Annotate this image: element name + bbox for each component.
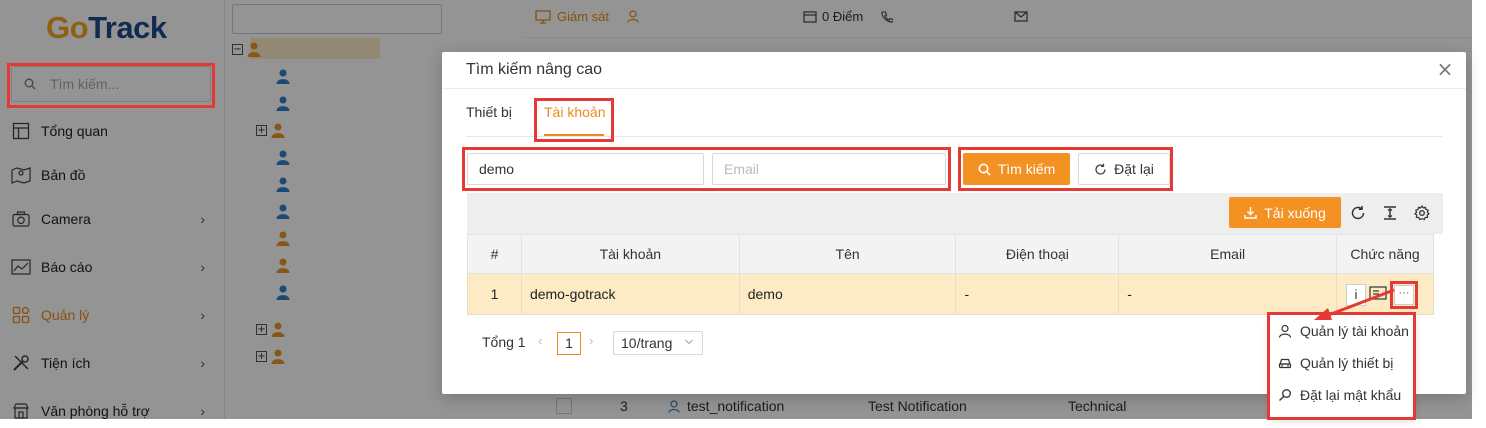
col-actions: Chức năng	[1336, 234, 1434, 274]
email-search-input[interactable]	[712, 153, 946, 185]
menu-item-label: Đặt lại mật khẩu	[1300, 387, 1402, 403]
cell-phone: -	[955, 273, 1120, 315]
page-size-value: 10/trang	[621, 335, 673, 351]
search-button-label: Tìm kiếm	[997, 161, 1056, 177]
menu-item-label: Quản lý thiết bị	[1300, 355, 1394, 371]
reload-icon[interactable]	[1349, 204, 1367, 222]
page-size-select[interactable]: 10/trang	[613, 331, 703, 355]
cell-name: demo	[738, 273, 957, 315]
tab-accounts[interactable]: Tài khoản	[544, 104, 605, 120]
cell-index: 1	[467, 273, 522, 315]
pagination-next-icon[interactable]: ›	[589, 333, 593, 348]
menu-item-reset-password[interactable]: Đặt lại mật khẩu	[1278, 384, 1401, 406]
account-search-input[interactable]	[467, 153, 704, 185]
col-index: #	[467, 234, 522, 274]
page-bottom-edge	[0, 419, 1486, 428]
settings-icon[interactable]	[1413, 204, 1431, 222]
page-edge	[1472, 0, 1486, 419]
pagination-prev-icon[interactable]: ‹	[538, 333, 542, 348]
pagination-total: Tổng 1	[482, 334, 526, 350]
annotation-arrow	[1314, 288, 1395, 320]
col-name[interactable]: Tên	[738, 234, 957, 274]
key-icon	[1279, 389, 1291, 401]
col-phone[interactable]: Điện thoại	[955, 234, 1120, 274]
table-row[interactable]: 1 demo-gotrack demo - -	[467, 273, 1434, 315]
download-button[interactable]: Tải xuống	[1229, 197, 1341, 228]
tabs-divider	[466, 136, 1442, 137]
table-header-row: # Tài khoản Tên Điện thoại Email Chức nă…	[467, 234, 1434, 274]
search-button[interactable]: Tìm kiếm	[963, 153, 1070, 185]
close-icon[interactable]: ×	[1436, 59, 1454, 79]
search-icon	[978, 163, 991, 176]
user-icon	[1278, 324, 1292, 338]
accounts-table: # Tài khoản Tên Điện thoại Email Chức nă…	[467, 234, 1434, 315]
modal-divider	[442, 88, 1466, 89]
tab-devices[interactable]: Thiết bị	[466, 104, 512, 120]
menu-item-manage-devices[interactable]: Quản lý thiết bị	[1278, 352, 1393, 374]
pagination-current-page[interactable]: 1	[557, 332, 581, 355]
car-icon	[1278, 358, 1292, 369]
download-button-label: Tải xuống	[1264, 204, 1326, 221]
reset-button-label: Đặt lại	[1114, 161, 1154, 177]
cell-account: demo-gotrack	[520, 273, 740, 315]
column-height-icon[interactable]	[1381, 204, 1399, 222]
chevron-down-icon	[685, 339, 693, 345]
col-email[interactable]: Email	[1118, 234, 1338, 274]
reset-button[interactable]: Đặt lại	[1078, 153, 1170, 185]
refresh-icon	[1095, 163, 1106, 175]
modal-title: Tìm kiếm nâng cao	[466, 61, 603, 78]
col-account[interactable]: Tài khoản	[520, 234, 740, 274]
cell-email: -	[1118, 273, 1338, 315]
download-icon	[1244, 207, 1257, 219]
